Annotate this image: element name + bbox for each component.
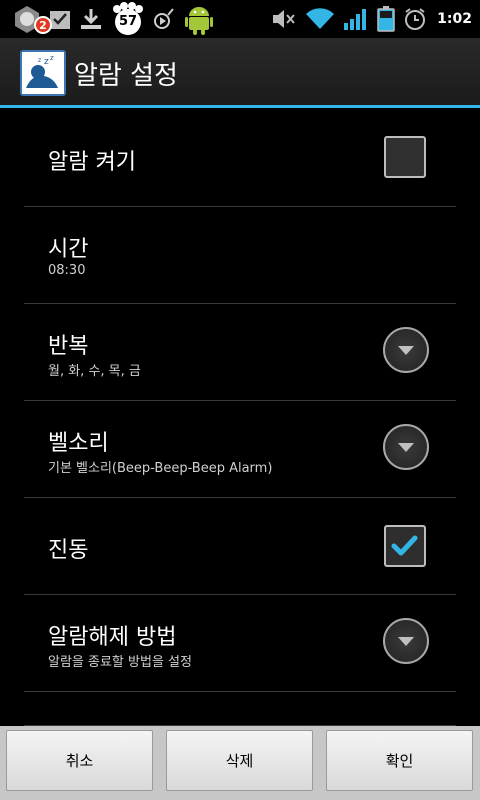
setting-ringtone[interactable]: 벨소리 기본 벨소리(Beep-Beep-Beep Alarm) — [24, 401, 456, 498]
alarm-clock-icon — [403, 7, 427, 31]
setting-label: 알람해제 방법 — [48, 625, 177, 650]
title-bar: z z z 알람 설정 — [0, 38, 480, 108]
setting-time[interactable]: 시간 08:30 — [24, 207, 456, 304]
system-icons: 1:02 — [271, 2, 472, 36]
setting-repeat[interactable]: 반복 월, 화, 수, 목, 금 — [24, 304, 456, 401]
setting-value: 기본 벨소리(Beep-Beep-Beep Alarm) — [48, 461, 273, 476]
settings-list[interactable]: 알람 켜기 시간 08:30 반복 월, 화, 수, 목, 금 벨소리 기본 벨… — [0, 108, 480, 726]
setting-label: 시간 — [48, 237, 89, 262]
setting-value: 08:30 — [48, 263, 86, 278]
setting-dismiss-method[interactable]: 알람해제 방법 알람을 종료할 방법을 설정 — [24, 595, 456, 692]
setting-next-partial[interactable] — [24, 692, 456, 726]
button-bar: 취소 삭제 확인 — [0, 726, 480, 800]
music-play-icon — [152, 6, 178, 32]
status-clock: 1:02 — [437, 11, 472, 27]
download-icon — [78, 6, 104, 32]
ringtone-dropdown-icon[interactable] — [383, 424, 429, 470]
alarm-app-icon: 2 — [12, 2, 52, 36]
delete-button[interactable]: 삭제 — [166, 730, 313, 791]
wifi-icon — [305, 7, 335, 31]
repeat-dropdown-icon[interactable] — [383, 327, 429, 373]
battery-icon — [377, 6, 395, 32]
sleeping-baby-icon: z z z — [20, 50, 66, 96]
alarm-on-checkbox[interactable] — [384, 136, 426, 178]
signal-icon — [343, 7, 369, 31]
confirm-button[interactable]: 확인 — [326, 730, 473, 791]
mute-icon — [271, 7, 297, 31]
setting-label: 벨소리 — [48, 431, 109, 456]
page-title: 알람 설정 — [74, 61, 178, 91]
setting-label: 진동 — [48, 538, 89, 563]
android-icon — [184, 2, 214, 36]
notification-badge: 2 — [34, 16, 52, 34]
paw-icon: 57 — [110, 2, 146, 36]
cancel-button[interactable]: 취소 — [6, 730, 153, 791]
svg-text:z: z — [44, 57, 49, 67]
vibrate-checkbox[interactable] — [384, 525, 426, 567]
notification-icons: 2 57 — [12, 2, 214, 36]
setting-label: 반복 — [48, 334, 89, 359]
svg-text:z: z — [38, 57, 41, 64]
setting-value: 월, 화, 수, 목, 금 — [48, 364, 141, 379]
setting-label: 알람 켜기 — [48, 150, 136, 175]
dismiss-method-dropdown-icon[interactable] — [383, 618, 429, 664]
setting-value: 알람을 종료할 방법을 설정 — [48, 655, 192, 670]
status-bar: 2 57 1:02 — [0, 0, 480, 38]
svg-text:z: z — [50, 54, 54, 62]
setting-vibrate[interactable]: 진동 — [24, 498, 456, 595]
setting-alarm-on[interactable]: 알람 켜기 — [24, 108, 456, 207]
paw-count: 57 — [118, 14, 138, 29]
checkmark-icon — [391, 535, 418, 556]
